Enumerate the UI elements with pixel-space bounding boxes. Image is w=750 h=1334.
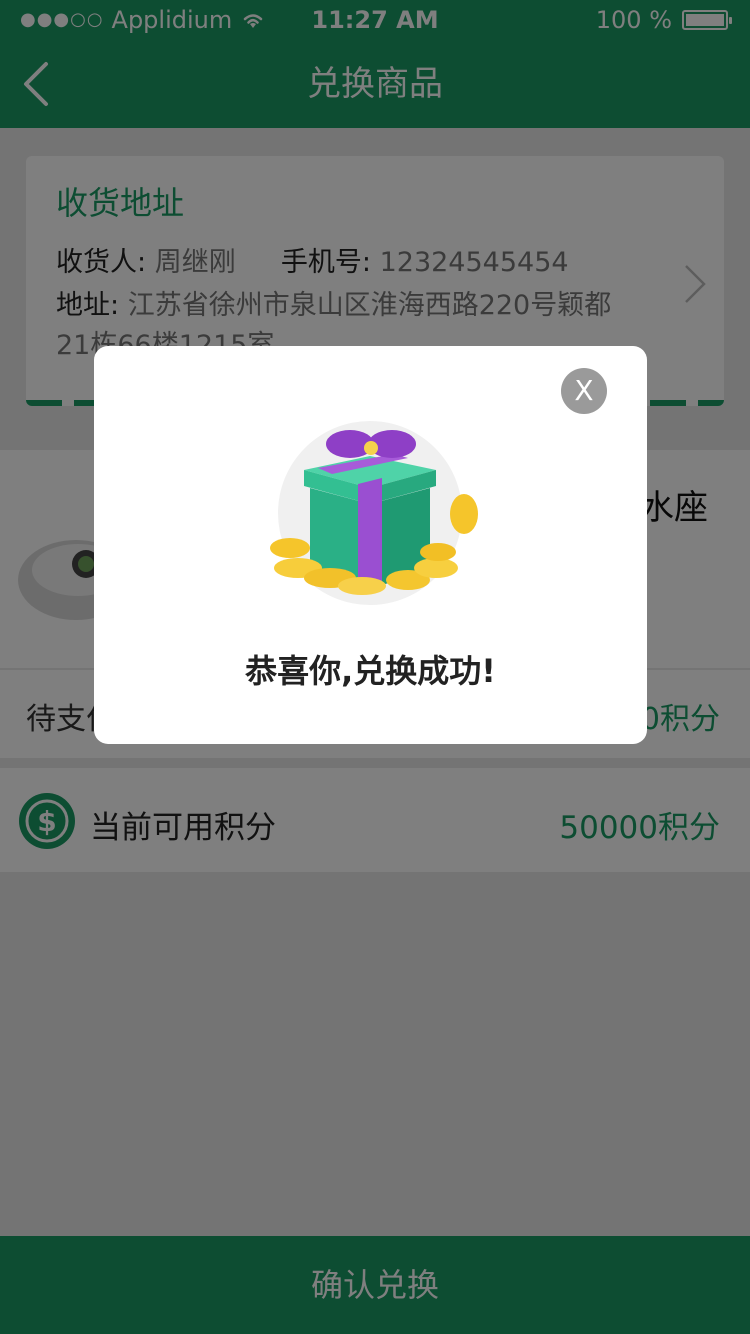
close-icon: X [574, 374, 594, 407]
close-button[interactable]: X [561, 368, 607, 414]
gift-box-with-coins-icon [270, 421, 478, 605]
success-message: 恭喜你,兑换成功! [245, 652, 496, 690]
app-root: ●●●○○ Applidium 11:27 AM 100 % 兑换商品 [0, 0, 750, 1334]
success-modal: X 恭喜你,兑换成功! [94, 346, 647, 744]
